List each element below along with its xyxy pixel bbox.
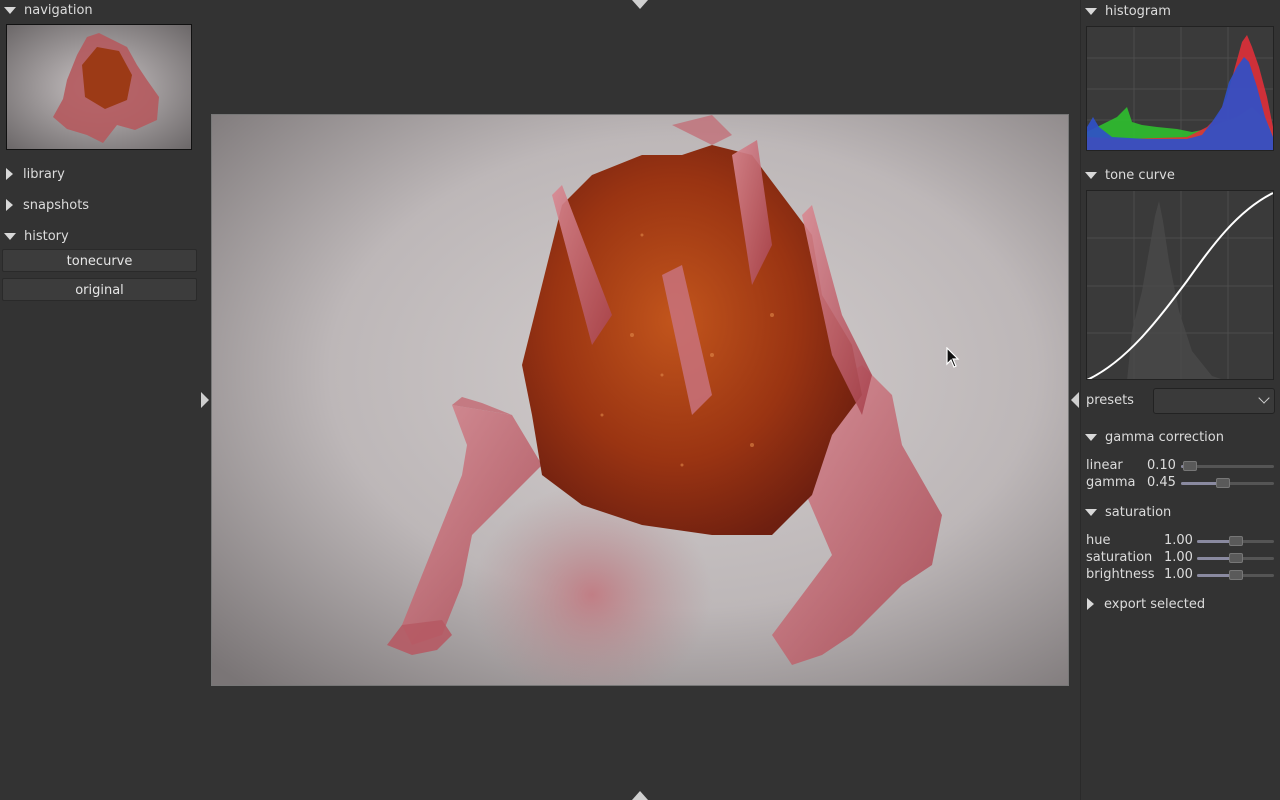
saturation-label: saturation — [1086, 550, 1153, 565]
history-expander[interactable]: history — [0, 226, 69, 246]
gamma-correction-label: gamma correction — [1105, 429, 1224, 445]
linear-slider[interactable] — [1181, 461, 1274, 471]
brightness-slider-knob[interactable] — [1229, 570, 1243, 580]
hue-value: 1.00 — [1164, 533, 1193, 548]
saturation-value: 1.00 — [1164, 550, 1193, 565]
tone-curve-graph[interactable] — [1086, 190, 1274, 380]
top-panel-collapse-arrow-icon[interactable] — [632, 0, 648, 9]
brightness-value: 1.00 — [1164, 567, 1193, 582]
hue-label: hue — [1086, 533, 1111, 548]
expander-down-icon — [1085, 433, 1097, 441]
history-item-tonecurve[interactable]: tonecurve — [2, 249, 197, 272]
dropdown-chevron-icon — [1258, 392, 1270, 404]
tone-curve-label: tone curve — [1105, 167, 1175, 183]
histogram-label: histogram — [1105, 3, 1171, 19]
navigation-label: navigation — [24, 2, 93, 18]
navigation-thumbnail[interactable] — [6, 24, 192, 150]
presets-dropdown[interactable] — [1153, 388, 1275, 414]
library-label: library — [23, 166, 65, 182]
bottom-panel-collapse-arrow-icon[interactable] — [632, 791, 648, 800]
histogram-expander[interactable]: histogram — [1085, 1, 1171, 21]
history-label: history — [24, 228, 69, 244]
export-selected-label: export selected — [1104, 596, 1206, 612]
snapshots-expander[interactable]: snapshots — [0, 195, 89, 215]
saturation-slider-knob[interactable] — [1229, 553, 1243, 563]
expander-right-icon — [1087, 598, 1094, 610]
presets-label: presets — [1086, 393, 1134, 408]
snapshots-label: snapshots — [23, 197, 90, 213]
expander-down-icon — [1085, 171, 1097, 179]
saturation-section-label: saturation — [1105, 504, 1172, 520]
expander-right-icon — [6, 199, 13, 211]
hue-slider-knob[interactable] — [1229, 536, 1243, 546]
hue-slider[interactable] — [1197, 536, 1274, 546]
mouse-cursor-icon — [946, 346, 960, 373]
linear-label: linear — [1086, 458, 1123, 473]
tone-curve-expander[interactable]: tone curve — [1085, 165, 1175, 185]
navigation-expander[interactable]: navigation — [0, 0, 93, 20]
main-image-view[interactable] — [211, 114, 1069, 686]
gamma-label: gamma — [1086, 475, 1136, 490]
histogram-graph — [1086, 26, 1274, 151]
gamma-slider-knob[interactable] — [1216, 478, 1230, 488]
left-panel-collapse-arrow-icon[interactable] — [201, 392, 209, 408]
expander-down-icon — [1085, 7, 1097, 15]
history-item-original[interactable]: original — [2, 278, 197, 301]
saturation-expander[interactable]: saturation — [1085, 502, 1171, 522]
brightness-slider[interactable] — [1197, 570, 1274, 580]
expander-down-icon — [4, 232, 16, 240]
expander-down-icon — [4, 6, 16, 14]
brightness-label: brightness — [1086, 567, 1155, 582]
gamma-slider[interactable] — [1181, 478, 1274, 488]
right-panel: histogram tone curve presets gamma corre… — [1080, 0, 1280, 800]
expander-right-icon — [6, 168, 13, 180]
gamma-value: 0.45 — [1147, 475, 1176, 490]
right-panel-collapse-arrow-icon[interactable] — [1071, 392, 1079, 408]
linear-slider-knob[interactable] — [1183, 461, 1197, 471]
linear-value: 0.10 — [1147, 458, 1176, 473]
library-expander[interactable]: library — [0, 164, 65, 184]
left-panel: navigation library snapshots history ton… — [0, 0, 200, 800]
gamma-correction-expander[interactable]: gamma correction — [1085, 427, 1224, 447]
expander-down-icon — [1085, 508, 1097, 516]
export-selected-expander[interactable]: export selected — [1085, 594, 1205, 614]
saturation-slider[interactable] — [1197, 553, 1274, 563]
